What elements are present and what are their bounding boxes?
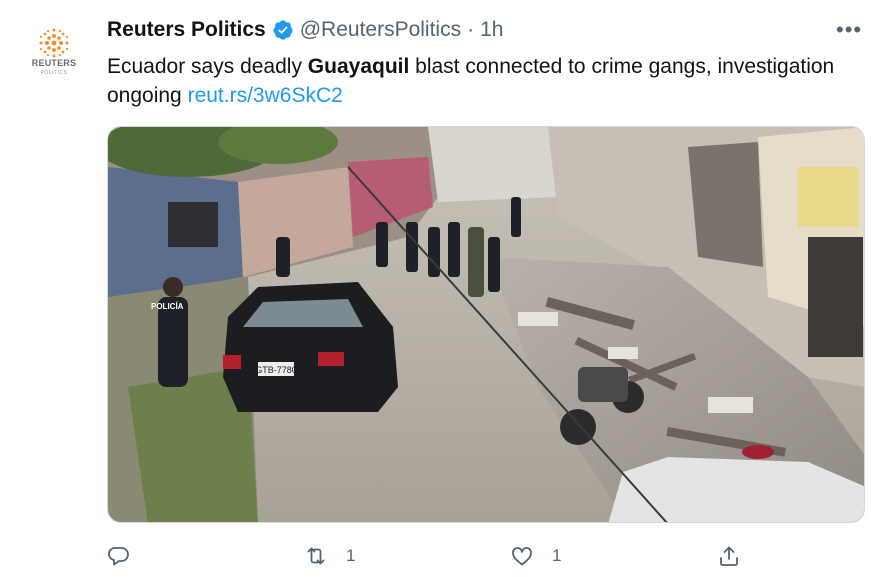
tweet-text-bold: Guayaquil [307, 55, 410, 78]
blast-scene-image: GTB-7780 POLICÍA [108, 127, 864, 522]
retweet-button[interactable]: 1 [304, 540, 355, 572]
tweet-text: Ecuador says deadly Guayaquil blast conn… [107, 52, 847, 110]
more-options-icon[interactable]: ••• [836, 19, 866, 41]
share-button[interactable] [717, 540, 759, 572]
black-car: GTB-7780 [223, 282, 398, 412]
header-separator: · [467, 18, 475, 41]
like-count: 1 [552, 546, 562, 565]
tweet-header: Reuters Politics @ReutersPolitics · 1h [107, 16, 503, 44]
author-name[interactable]: Reuters Politics [107, 18, 266, 42]
like-icon [512, 547, 532, 566]
tweet-text-part1: Ecuador says deadly [107, 55, 308, 78]
avatar-subtitle: POLITICS [40, 70, 68, 76]
avatar-wordmark: REUTERS [31, 58, 77, 68]
verified-badge-icon [273, 20, 293, 40]
retweet-count: 1 [346, 546, 356, 565]
author-handle[interactable]: @ReutersPolitics [300, 18, 461, 42]
avatar[interactable]: REUTERS POLITICS [22, 20, 86, 84]
retweet-icon [307, 547, 325, 565]
reuters-logo-icon [39, 28, 69, 58]
reply-icon [108, 547, 129, 566]
vest-text: POLICÍA [151, 302, 184, 311]
like-button[interactable]: 1 [510, 540, 561, 572]
tweet-link[interactable]: reut.rs/3w6SkC2 [188, 84, 343, 107]
reply-button[interactable] [107, 540, 149, 572]
action-bar: 1 1 [107, 540, 847, 574]
share-icon [720, 546, 738, 566]
plate-text: GTB-7780 [255, 365, 297, 375]
tweet[interactable]: REUTERS POLITICS Reuters Politics @Reute… [0, 0, 871, 577]
tweet-photo[interactable]: GTB-7780 POLICÍA [107, 126, 865, 523]
timestamp[interactable]: 1h [480, 18, 503, 42]
